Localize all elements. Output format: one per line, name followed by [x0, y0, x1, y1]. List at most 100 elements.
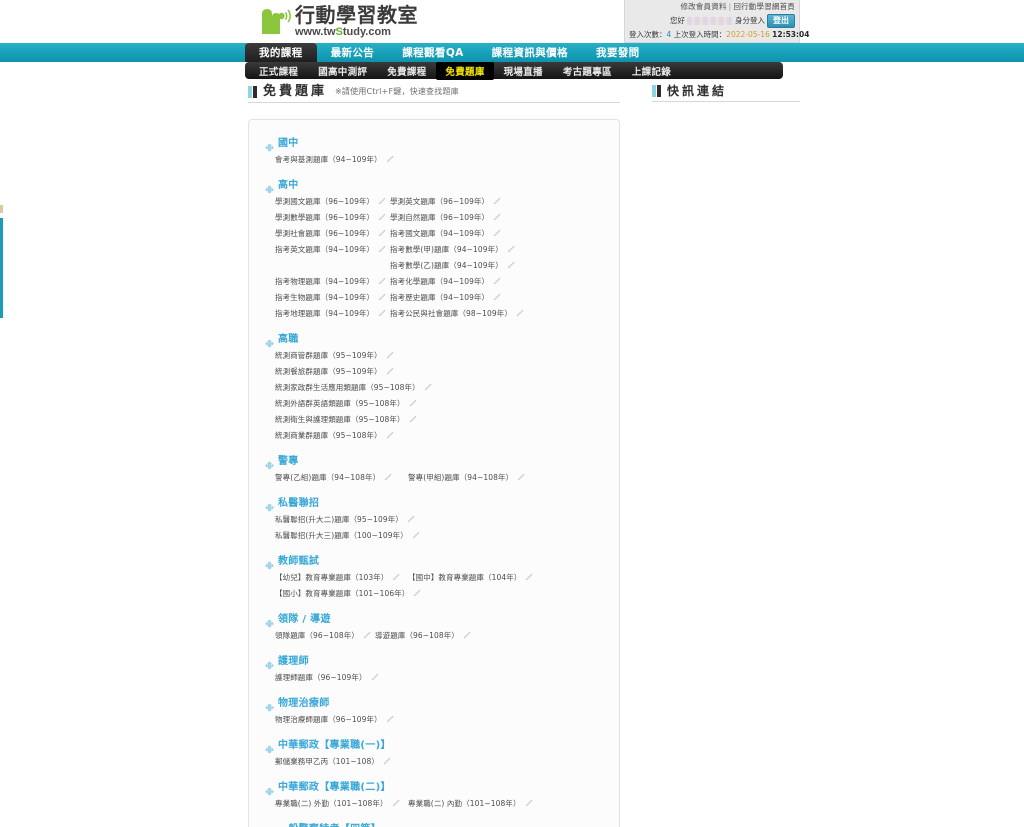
pencil-icon[interactable] [492, 293, 501, 302]
group-title[interactable]: 警專 [278, 452, 299, 467]
question-bank-link[interactable]: 統測商業群題庫（95~108年） [275, 430, 445, 441]
question-bank-link[interactable]: 物理治療師題庫（96~109年） [275, 714, 394, 725]
pencil-icon[interactable] [462, 631, 471, 640]
pencil-icon[interactable] [377, 229, 386, 238]
group-header[interactable]: 高中 [265, 176, 607, 194]
pencil-icon[interactable] [377, 309, 386, 318]
secondary-tab-0[interactable]: 正式課程 [249, 62, 308, 80]
group-title[interactable]: 護理師 [278, 652, 309, 667]
logout-button[interactable]: 登出 [767, 14, 795, 28]
secondary-tab-3[interactable]: 免費題庫 [436, 61, 494, 80]
pencil-icon[interactable] [515, 309, 524, 318]
group-header[interactable]: 物理治療師 [265, 694, 607, 712]
pencil-icon[interactable] [385, 351, 394, 360]
question-bank-link[interactable]: 指考歷史題庫（94~109年） [390, 292, 505, 303]
question-bank-link[interactable]: 統測衛生與護理類題庫（95~108年） [275, 414, 445, 425]
tree-expand-icon[interactable] [265, 333, 274, 348]
pencil-icon[interactable] [423, 383, 432, 392]
group-title[interactable]: 教師甄試 [278, 552, 319, 567]
question-bank-link[interactable]: 指考化學題庫（94~109年） [390, 276, 505, 287]
group-header[interactable]: 國中 [265, 134, 607, 152]
secondary-tab-2[interactable]: 免費課程 [377, 62, 436, 80]
site-logo[interactable]: 行動學習教室 www.twStudy.com [258, 4, 418, 38]
question-bank-link[interactable]: 【國中】教育專業題庫（104年） [408, 572, 541, 583]
tree-expand-icon[interactable] [265, 613, 274, 628]
group-header[interactable]: 中華郵政【專業職(二)】 [265, 778, 607, 796]
primary-tab-4[interactable]: 我要發問 [582, 43, 654, 62]
tree-expand-icon[interactable] [265, 823, 274, 827]
primary-tab-3[interactable]: 課程資訊與價格 [478, 43, 582, 62]
pencil-icon[interactable] [385, 715, 394, 724]
pencil-icon[interactable] [377, 277, 386, 286]
question-bank-link[interactable]: 指考生物題庫（94~109年） [275, 292, 390, 303]
question-bank-link[interactable]: 【幼兒】教育專業題庫（103年） [275, 572, 408, 583]
group-title[interactable]: 領隊 / 導遊 [278, 610, 331, 625]
pencil-icon[interactable] [383, 473, 392, 482]
group-header[interactable]: 一般警察特考【四等】 [265, 820, 607, 827]
question-bank-link[interactable]: 指考物理題庫（94~109年） [275, 276, 390, 287]
question-bank-link[interactable]: 統測餐旅群題庫（95~109年） [275, 366, 445, 377]
tree-expand-icon[interactable] [265, 739, 274, 754]
question-bank-link[interactable]: 指考英文題庫（94~109年） [275, 244, 390, 255]
question-bank-link[interactable]: 私醫聯招(升大三)題庫（100~109年） [275, 530, 445, 541]
question-bank-link[interactable]: 專業職(二) 內勤（101~108年） [408, 798, 541, 809]
primary-tab-2[interactable]: 課程觀看QA [388, 43, 477, 62]
question-bank-link[interactable]: 指考公民與社會題庫（98~109年） [390, 308, 524, 319]
pencil-icon[interactable] [377, 245, 386, 254]
pencil-icon[interactable] [385, 431, 394, 440]
pencil-icon[interactable] [391, 799, 400, 808]
pencil-icon[interactable] [377, 197, 386, 206]
question-bank-link[interactable]: 指考地理題庫（94~109年） [275, 308, 390, 319]
pencil-icon[interactable] [362, 631, 371, 640]
pencil-icon[interactable] [492, 277, 501, 286]
pencil-icon[interactable] [385, 155, 394, 164]
pencil-icon[interactable] [411, 531, 420, 540]
pencil-icon[interactable] [506, 261, 515, 270]
pencil-icon[interactable] [408, 415, 417, 424]
secondary-tab-6[interactable]: 上課記錄 [622, 62, 681, 80]
question-bank-link[interactable]: 警專(乙組)題庫（94~108年） [275, 472, 408, 483]
question-bank-link[interactable]: 學測英文題庫（96~109年） [390, 196, 505, 207]
group-header[interactable]: 領隊 / 導遊 [265, 610, 607, 628]
back-home-link[interactable]: 回行動學習網首頁 [733, 2, 795, 11]
group-title[interactable]: 高職 [278, 330, 299, 345]
question-bank-link[interactable]: 領隊題庫（96~108年） [275, 630, 375, 641]
tree-expand-icon[interactable] [265, 655, 274, 670]
question-bank-link[interactable]: 指考數學(乙)題庫（94~109年） [390, 260, 515, 271]
tree-expand-icon[interactable] [265, 781, 274, 796]
group-header[interactable]: 中華郵政【專業職(一)】 [265, 736, 607, 754]
pencil-icon[interactable] [370, 673, 379, 682]
pencil-icon[interactable] [524, 573, 533, 582]
tree-expand-icon[interactable] [265, 179, 274, 194]
question-bank-link[interactable]: 指考國文題庫（94~109年） [390, 228, 505, 239]
primary-tab-1[interactable]: 最新公告 [317, 43, 389, 62]
pencil-icon[interactable] [524, 799, 533, 808]
pencil-icon[interactable] [506, 245, 515, 254]
group-header[interactable]: 警專 [265, 452, 607, 470]
question-bank-link[interactable]: 郵儲業務甲乙丙（101~108） [275, 756, 391, 767]
pencil-icon[interactable] [492, 213, 501, 222]
secondary-tab-5[interactable]: 考古題專區 [553, 62, 622, 80]
group-header[interactable]: 教師甄試 [265, 552, 607, 570]
question-bank-link[interactable]: 警專(甲組)題庫（94~108年） [408, 472, 541, 483]
pencil-icon[interactable] [377, 293, 386, 302]
group-title[interactable]: 中華郵政【專業職(二)】 [278, 778, 391, 793]
question-bank-link[interactable]: 私醫聯招(升大二)題庫（95~109年） [275, 514, 445, 525]
tree-expand-icon[interactable] [265, 697, 274, 712]
pencil-icon[interactable] [408, 399, 417, 408]
group-title[interactable]: 私醫聯招 [278, 494, 319, 509]
question-bank-link[interactable]: 【國小】教育專業題庫（101~106年） [275, 588, 421, 599]
pencil-icon[interactable] [391, 573, 400, 582]
pencil-icon[interactable] [382, 757, 391, 766]
question-bank-link[interactable]: 會考與基測題庫（94~109年） [275, 154, 394, 165]
question-bank-link[interactable]: 統測外語群英語類題庫（95~108年） [275, 398, 445, 409]
secondary-tab-1[interactable]: 國高中測評 [308, 62, 377, 80]
question-bank-link[interactable]: 學測數學題庫（96~109年） [275, 212, 390, 223]
secondary-tab-4[interactable]: 現場直播 [494, 62, 553, 80]
tree-expand-icon[interactable] [265, 497, 274, 512]
primary-tab-0[interactable]: 我的課程 [245, 43, 317, 62]
group-title[interactable]: 國中 [278, 134, 299, 149]
question-bank-link[interactable]: 護理師題庫（96~109年） [275, 672, 379, 683]
edit-profile-link[interactable]: 修改會員資料 [680, 2, 726, 11]
pencil-icon[interactable] [412, 589, 421, 598]
